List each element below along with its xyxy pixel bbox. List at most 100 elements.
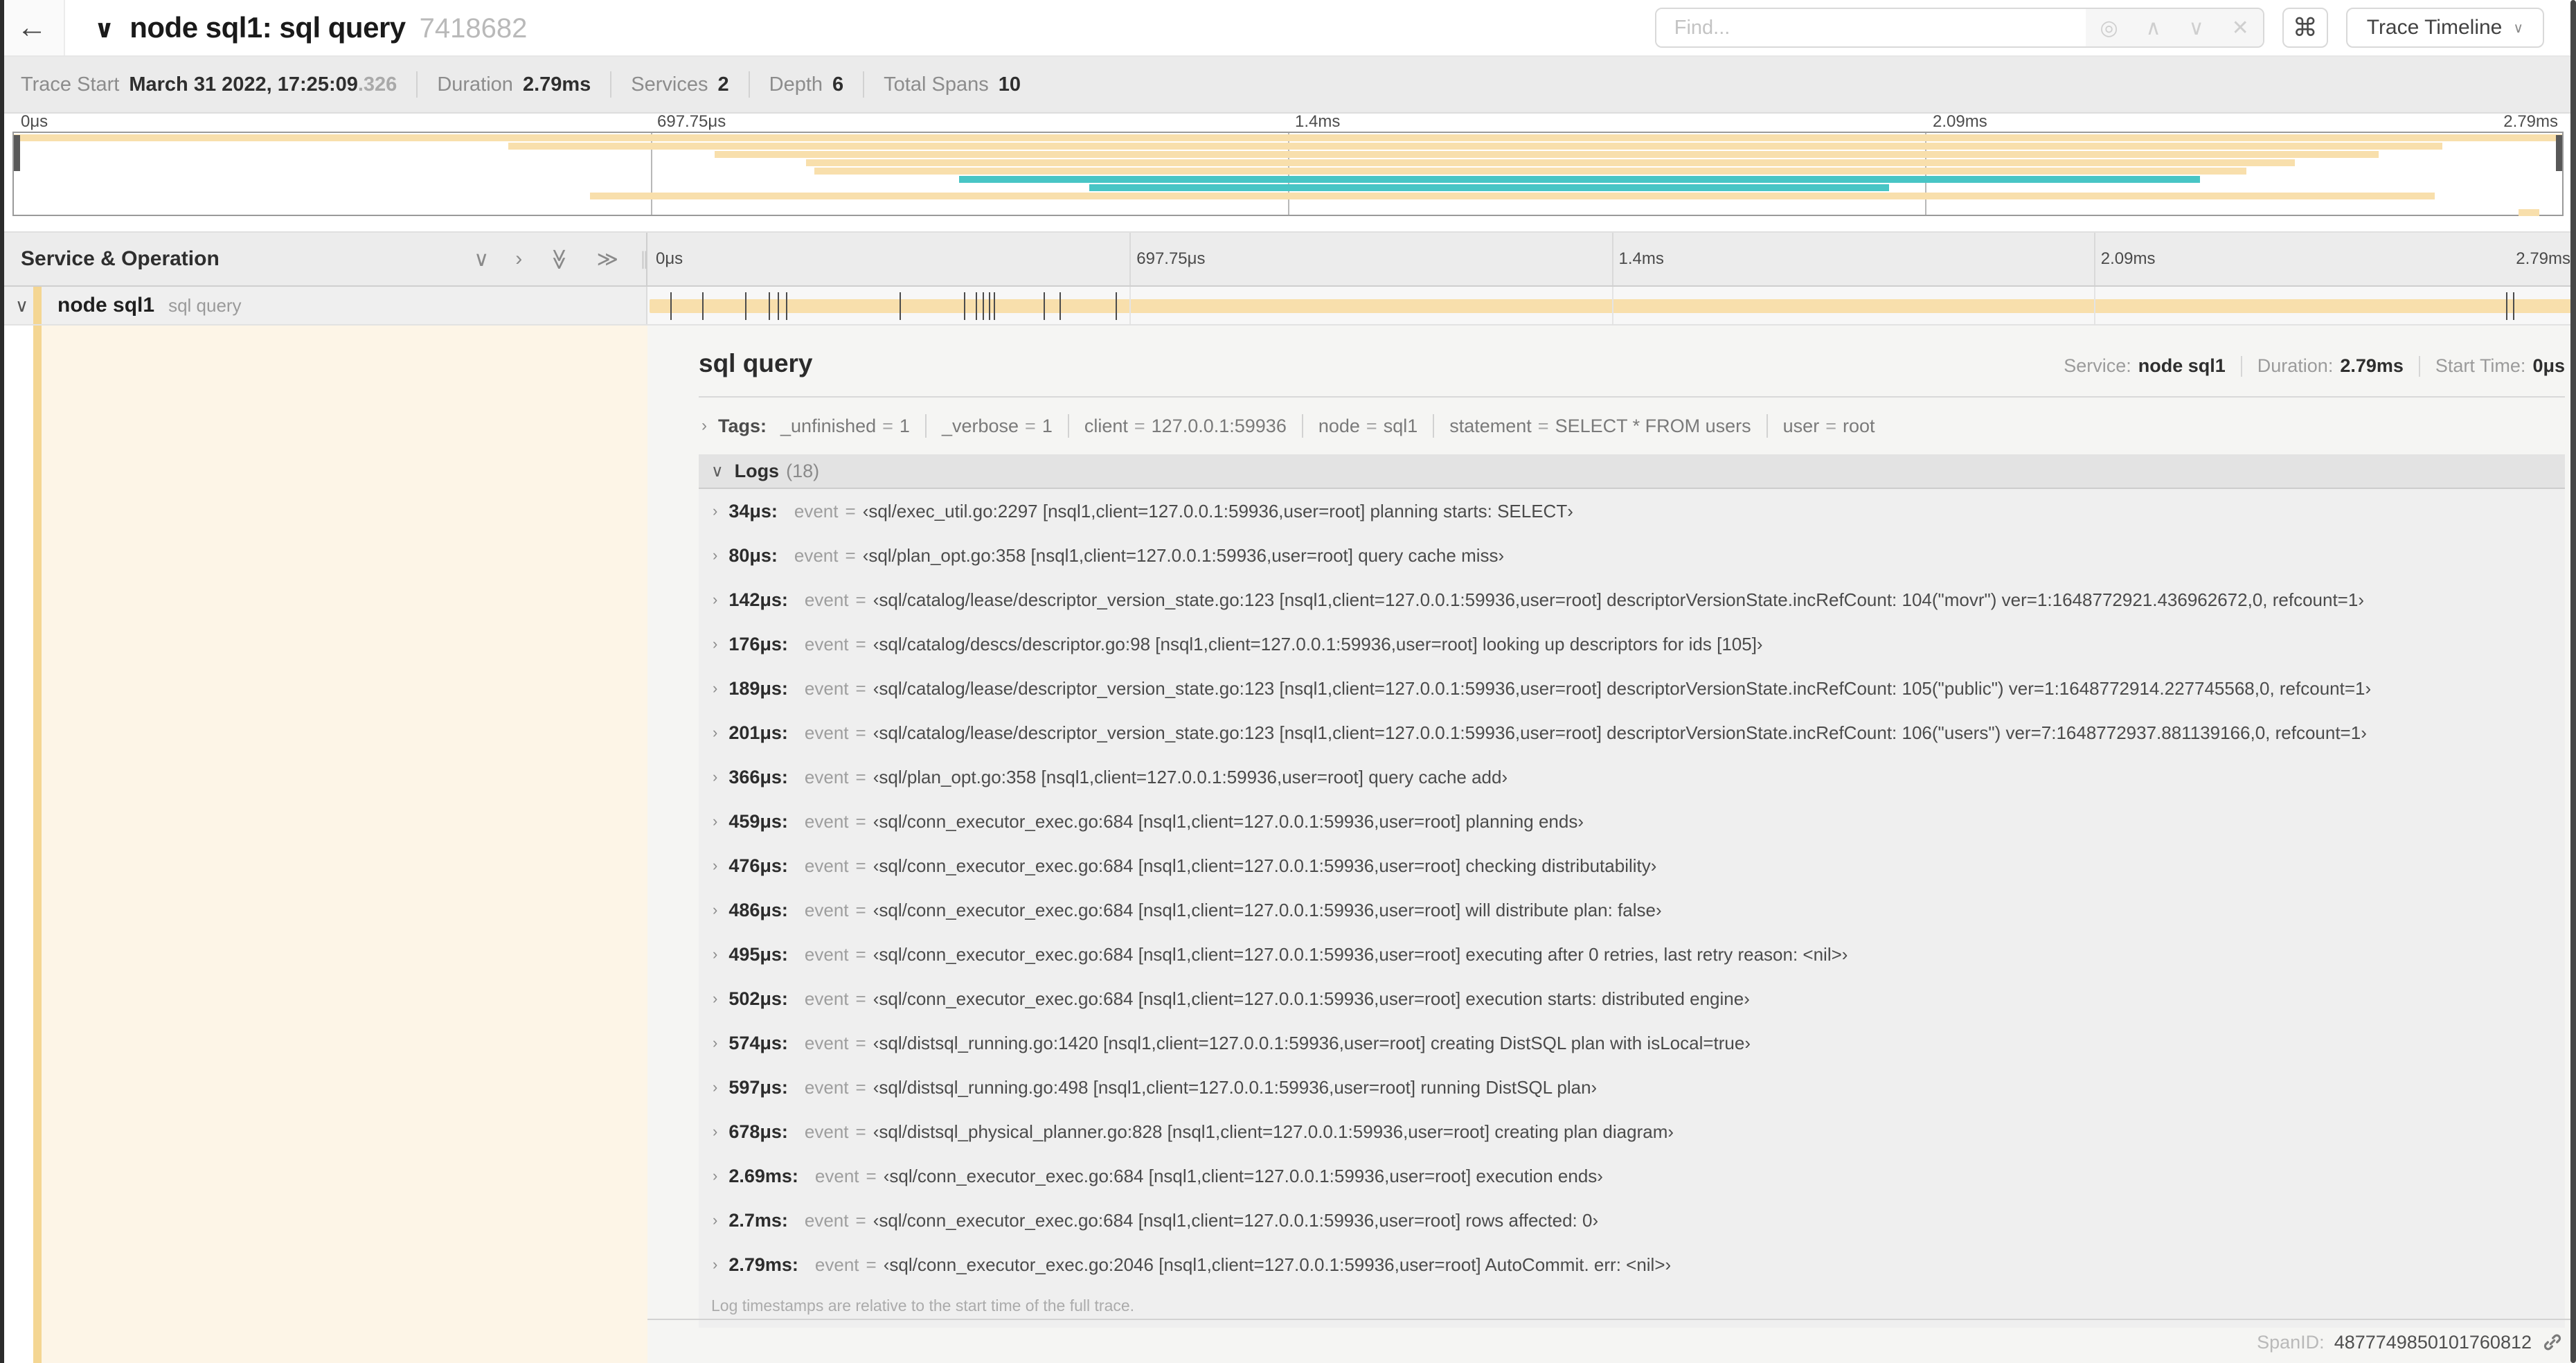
log-row[interactable]: › 495μs: event = ‹sql/conn_executor_exec.go:… — [699, 932, 2565, 977]
log-row[interactable]: › 459μs: event = ‹sql/conn_executor_exec.go:… — [699, 799, 2565, 844]
minimap-tick-label: 1.4ms — [1295, 112, 1341, 131]
expand-one-icon[interactable]: › — [515, 247, 522, 271]
chevron-right-icon[interactable]: › — [713, 502, 717, 520]
vertical-scrollbar[interactable] — [2570, 0, 2576, 1363]
link-icon[interactable] — [2541, 1331, 2564, 1353]
tags-list: _unfinished = 1 _verbose = 1 client = 127.0.0.1:… — [780, 414, 1875, 438]
summary-label: Depth — [769, 73, 823, 96]
chevron-right-icon[interactable]: › — [713, 1078, 717, 1096]
chevron-right-icon[interactable]: › — [713, 812, 717, 830]
tag-value: sql1 — [1383, 415, 1418, 436]
log-event-marker[interactable] — [777, 292, 779, 320]
chevron-right-icon[interactable]: › — [713, 901, 717, 919]
log-event-marker[interactable] — [670, 292, 672, 320]
chevron-right-icon[interactable]: › — [713, 679, 717, 697]
log-field-value: ‹sql/catalog/lease/descriptor_version_st… — [873, 677, 2372, 699]
log-field-key: event — [804, 766, 849, 787]
collapse-all-icon[interactable]: ≫ — [547, 248, 571, 269]
log-timestamp: 366μs: — [728, 766, 788, 787]
log-event-marker[interactable] — [989, 292, 991, 320]
log-event-marker[interactable] — [1059, 292, 1061, 320]
log-row[interactable]: › 678μs: event = ‹sql/distsql_physical_plann… — [699, 1110, 2565, 1154]
log-row[interactable]: › 574μs: event = ‹sql/distsql_running.go:142… — [699, 1021, 2565, 1065]
log-event-marker[interactable] — [983, 292, 985, 320]
log-row[interactable]: › 366μs: event = ‹sql/plan_opt.go:358 [nsql1… — [699, 755, 2565, 799]
match-only-icon[interactable]: ◎ — [2100, 16, 2118, 40]
find-input[interactable] — [1656, 9, 2086, 46]
tags-label: Tags: — [718, 415, 767, 436]
log-event-marker[interactable] — [1115, 292, 1117, 320]
summary-divider — [416, 71, 418, 98]
minimap-span-bar — [508, 143, 2443, 150]
next-result-icon[interactable]: ∨ — [2189, 16, 2204, 40]
back-button[interactable]: ← — [0, 0, 65, 55]
log-event-marker[interactable] — [2506, 292, 2508, 320]
log-event-marker[interactable] — [1043, 292, 1045, 320]
span-expander-icon[interactable]: ∨ — [15, 295, 28, 317]
log-row[interactable]: › 142μs: event = ‹sql/catalog/lease/descript… — [699, 578, 2565, 622]
log-row[interactable]: › 476μs: event = ‹sql/conn_executor_exec.go:… — [699, 844, 2565, 888]
chevron-right-icon[interactable]: › — [713, 768, 717, 786]
minimap-canvas[interactable] — [12, 132, 2564, 216]
span-row-timeline-cell[interactable] — [647, 287, 2576, 324]
log-event-marker[interactable] — [900, 292, 902, 320]
log-row[interactable]: › 502μs: event = ‹sql/conn_executor_exec.go:… — [699, 977, 2565, 1021]
chevron-right-icon[interactable]: › — [713, 857, 717, 875]
log-event-marker[interactable] — [994, 292, 996, 320]
minimap-tick-label: 0μs — [21, 112, 48, 131]
chevron-right-icon[interactable]: › — [713, 1256, 717, 1274]
span-operation-name: sql query — [168, 294, 242, 316]
minimap-drag-handle-right[interactable] — [2556, 135, 2562, 171]
chevron-right-icon[interactable]: › — [713, 1167, 717, 1185]
log-row[interactable]: › 34μs: event = ‹sql/exec_util.go:2297 [nsql… — [699, 489, 2565, 533]
log-row[interactable]: › 2.79ms: event = ‹sql/conn_executor_exec.go… — [699, 1242, 2565, 1287]
minimap-span-bar — [715, 151, 2379, 158]
minimap-drag-handle-left[interactable] — [14, 135, 20, 171]
tag-key: _verbose — [941, 415, 1019, 436]
view-selector-button[interactable]: Trace Timeline ∨ — [2345, 8, 2544, 48]
log-row[interactable]: › 80μs: event = ‹sql/plan_opt.go:358 [nsql1,… — [699, 533, 2565, 578]
log-event-marker[interactable] — [964, 292, 966, 320]
log-event-marker[interactable] — [701, 292, 704, 320]
log-row[interactable]: › 201μs: event = ‹sql/catalog/lease/descript… — [699, 711, 2565, 755]
log-row[interactable]: › 486μs: event = ‹sql/conn_executor_exec.go:… — [699, 888, 2565, 932]
log-row[interactable]: › 189μs: event = ‹sql/catalog/lease/descript… — [699, 666, 2565, 711]
log-row[interactable]: › 2.7ms: event = ‹sql/conn_executor_exec.go:… — [699, 1198, 2565, 1242]
clear-search-icon[interactable]: ✕ — [2232, 16, 2249, 40]
logs-header[interactable]: ∨ Logs (18) — [699, 454, 2565, 489]
log-row[interactable]: › 597μs: event = ‹sql/distsql_running.go:498… — [699, 1065, 2565, 1110]
log-row[interactable]: › 2.69ms: event = ‹sql/conn_executor_exec.go… — [699, 1154, 2565, 1198]
log-event-marker[interactable] — [744, 292, 746, 320]
chevron-right-icon[interactable]: › — [713, 1123, 717, 1141]
collapse-one-icon[interactable]: ∨ — [474, 247, 489, 271]
chevron-right-icon[interactable]: › — [713, 546, 717, 564]
chevron-right-icon[interactable]: › — [713, 635, 717, 653]
log-event-marker[interactable] — [976, 292, 978, 320]
span-row-name-cell[interactable]: ∨ node sql1 sql query — [0, 287, 647, 324]
log-equals: = — [855, 677, 866, 699]
summary-divider — [863, 71, 865, 98]
tag-key: _unfinished — [780, 415, 877, 436]
trace-collapse-icon[interactable]: ∨ — [94, 15, 114, 44]
log-row[interactable]: › 176μs: event = ‹sql/catalog/descs/descript… — [699, 622, 2565, 666]
span-row[interactable]: ∨ node sql1 sql query — [0, 287, 2576, 326]
summary-label: Duration — [437, 73, 513, 96]
chevron-right-icon[interactable]: › — [713, 990, 717, 1008]
expand-all-icon[interactable]: ≫ — [597, 247, 618, 271]
ruler-grid-line — [2093, 233, 2095, 285]
chevron-right-icon[interactable]: › — [713, 591, 717, 609]
span-duration-bar[interactable] — [650, 299, 2573, 313]
minimap-tick-label: 2.09ms — [1933, 112, 1987, 131]
column-resize-handle[interactable]: ∥ — [640, 249, 649, 270]
chevron-right-icon[interactable]: › — [713, 1034, 717, 1052]
chevron-right-icon[interactable]: › — [713, 724, 717, 742]
log-event-marker[interactable] — [785, 292, 787, 320]
prev-result-icon[interactable]: ∧ — [2146, 16, 2161, 40]
tags-row[interactable]: › Tags: _unfinished = 1 _verbose = 1 client = 12… — [699, 398, 2565, 445]
log-event-marker[interactable] — [2513, 292, 2515, 320]
keyboard-shortcuts-button[interactable]: ⌘ — [2282, 8, 2328, 48]
chevron-right-icon[interactable]: › — [713, 1211, 717, 1229]
tag-value: 127.0.0.1:59936 — [1151, 415, 1287, 436]
log-event-marker[interactable] — [768, 292, 770, 320]
chevron-right-icon[interactable]: › — [713, 945, 717, 963]
